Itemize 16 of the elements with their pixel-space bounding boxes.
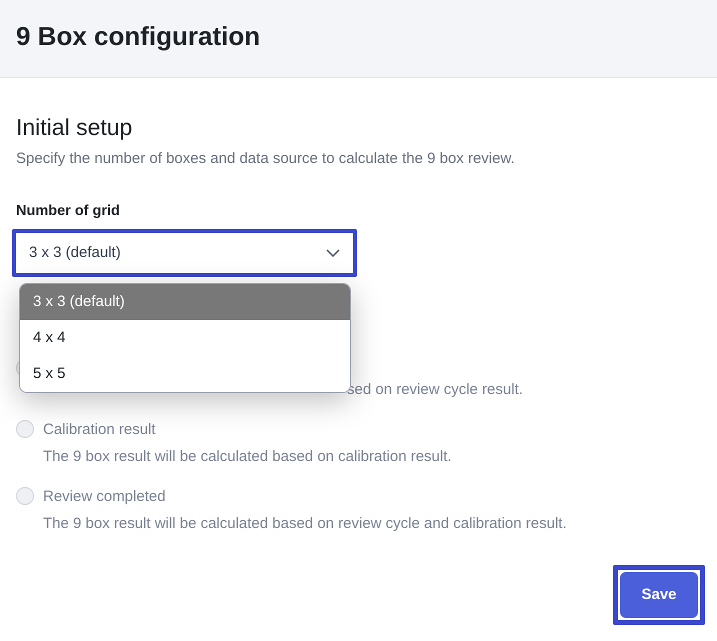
- option-description: The 9 box result will be calculated based on review cycle and calibration result.: [43, 514, 567, 534]
- section-title: Initial setup: [16, 113, 134, 141]
- section-subtitle: Specify the number of boxes and data source to calculate the 9 box review.: [16, 149, 516, 169]
- radio-button[interactable]: [16, 486, 34, 505]
- option-label: Review completed: [43, 486, 167, 507]
- dropdown-option[interactable]: 5 x 5: [20, 356, 350, 392]
- grid-label: Number of grid: [16, 202, 121, 220]
- chevron-down-icon: [326, 249, 340, 258]
- dropdown-option[interactable]: 3 x 3 (default): [20, 284, 350, 320]
- save-button[interactable]: Save: [620, 572, 698, 618]
- option-label: Calibration result: [43, 420, 157, 440]
- option-description: The 9 box result will be calculated based on calibration result.: [43, 447, 452, 468]
- page-title: 9 Box configuration: [16, 20, 260, 53]
- select-value: 3 x 3 (default): [29, 243, 121, 263]
- radio-button[interactable]: [16, 420, 34, 438]
- dropdown-option[interactable]: 4 x 4: [20, 320, 350, 356]
